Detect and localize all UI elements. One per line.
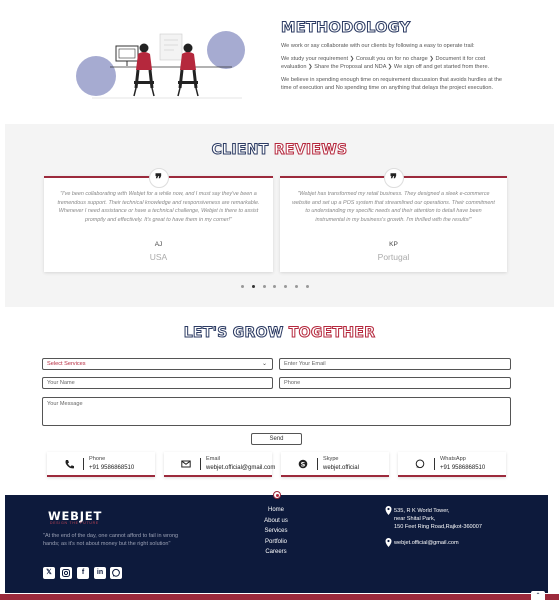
footer-link-portfolio[interactable]: Portfolio bbox=[246, 539, 306, 545]
location-pin-icon bbox=[385, 506, 392, 515]
methodology-paragraph-1: We work or say collaborate with our clie… bbox=[281, 43, 475, 49]
carousel-dot[interactable] bbox=[284, 285, 288, 288]
contact-card-skype[interactable]: S Skype webjet.official bbox=[281, 452, 389, 477]
footer-address-line3: 150 Feet Ring Road,Rajkot-360007 bbox=[394, 524, 483, 530]
footer-link-about[interactable]: About us bbox=[246, 518, 306, 524]
methodology-title: METHODOLOGY bbox=[281, 20, 411, 37]
footer-bottom-bar bbox=[0, 594, 559, 600]
contact-value: +91 9586868510 bbox=[440, 465, 486, 471]
methodology-section: METHODOLOGY We work or say collaborate w… bbox=[0, 0, 559, 122]
phone-icon bbox=[65, 460, 74, 469]
reviews-title-part2: REVIEWS bbox=[273, 142, 348, 159]
x-icon[interactable]: 𝕏 bbox=[43, 567, 55, 579]
contact-value: webjet.official@gmail.com bbox=[206, 465, 276, 471]
footer-address-line2: near Shital Park, bbox=[394, 516, 436, 522]
review-location: USA bbox=[149, 252, 168, 262]
contact-label: Skype bbox=[323, 456, 339, 462]
footer-marker-icon bbox=[273, 491, 281, 499]
whatsapp-icon[interactable] bbox=[110, 567, 122, 579]
review-card: ❞ "Webjet has transformed my retail busi… bbox=[280, 168, 507, 272]
services-select-value: Select Services bbox=[47, 361, 86, 367]
facebook-icon[interactable]: f bbox=[77, 567, 89, 579]
methodology-illustration bbox=[76, 31, 245, 99]
svg-text:S: S bbox=[301, 460, 306, 468]
footer-link-services[interactable]: Services bbox=[246, 528, 306, 534]
contact-value: +91 9586868510 bbox=[89, 465, 135, 471]
chevron-down-icon: ⌄ bbox=[261, 361, 267, 367]
carousel-dot[interactable] bbox=[305, 285, 309, 288]
carousel-dot[interactable] bbox=[251, 285, 255, 288]
contact-title-part1: LET'S GROW bbox=[183, 325, 284, 342]
skype-icon: S bbox=[298, 459, 308, 469]
linkedin-icon[interactable]: in bbox=[94, 567, 106, 579]
quote-icon: ❞ bbox=[383, 168, 404, 188]
contact-divider bbox=[317, 458, 318, 470]
contact-label: Phone bbox=[89, 456, 106, 462]
contact-label: Email bbox=[206, 456, 220, 462]
review-location: Portugal bbox=[377, 252, 410, 262]
contact-divider bbox=[83, 458, 84, 470]
contact-label: WhatsApp bbox=[440, 456, 466, 462]
contact-card-phone[interactable]: Phone +91 9586868510 bbox=[47, 452, 155, 477]
quote-icon: ❞ bbox=[148, 168, 169, 188]
methodology-text: METHODOLOGY We work or say collaborate w… bbox=[281, 20, 509, 97]
methodology-paragraph-2: We study your requirement ❯ Consult you … bbox=[281, 56, 490, 70]
message-field[interactable]: Your Message bbox=[42, 397, 511, 426]
send-button[interactable]: Send bbox=[251, 433, 302, 445]
contact-divider bbox=[434, 458, 435, 470]
methodology-paragraph-3: We believe in spending enough time on re… bbox=[281, 77, 502, 91]
reviews-title-part1: CLIENT bbox=[211, 142, 269, 159]
reviews-title: CLIENT REVIEWS bbox=[0, 142, 559, 159]
footer-tagline: DESIGN THE FUTURE bbox=[50, 521, 99, 525]
contact-divider bbox=[200, 458, 201, 470]
review-text: "I've been collaborating with Webjet for… bbox=[57, 191, 260, 223]
review-name: KP bbox=[389, 241, 398, 248]
location-pin-icon bbox=[385, 538, 392, 547]
review-card: ❞ "I've been collaborating with Webjet f… bbox=[44, 168, 273, 272]
page: METHODOLOGY We work or say collaborate w… bbox=[0, 0, 559, 600]
carousel-dot[interactable] bbox=[241, 285, 244, 288]
phone-field[interactable]: Phone bbox=[279, 377, 511, 389]
email-field[interactable]: Enter Your Email bbox=[279, 358, 511, 370]
contact-title: LET'S GROW TOGETHER bbox=[0, 325, 559, 342]
contact-card-email[interactable]: Email webjet.official@gmail.com bbox=[164, 452, 276, 477]
instagram-icon[interactable] bbox=[60, 567, 72, 579]
contact-title-part2: TOGETHER bbox=[288, 325, 376, 342]
contact-card-whatsapp[interactable]: WhatsApp +91 9586868510 bbox=[398, 452, 506, 477]
whatsapp-icon bbox=[415, 459, 425, 469]
carousel-dot[interactable] bbox=[273, 285, 277, 288]
carousel-dot[interactable] bbox=[262, 285, 266, 288]
footer-address-line1: 535, R K World Tower, bbox=[394, 508, 450, 514]
name-field[interactable]: Your Name bbox=[42, 377, 273, 389]
carousel-dots bbox=[241, 285, 316, 289]
footer-link-careers[interactable]: Careers bbox=[246, 549, 306, 555]
footer-link-home[interactable]: Home bbox=[246, 507, 306, 513]
contact-value: webjet.official bbox=[323, 465, 359, 471]
carousel-dot[interactable] bbox=[295, 285, 298, 288]
mail-icon bbox=[181, 460, 191, 468]
review-text: "Webjet has transformed my retail busine… bbox=[292, 191, 495, 223]
footer-email[interactable]: webjet.official@gmail.com bbox=[394, 539, 459, 547]
services-select[interactable]: Select Services ⌄ bbox=[42, 358, 273, 370]
footer-quote: "At the end of the day, one cannot affor… bbox=[43, 533, 179, 547]
scroll-to-top-button[interactable]: ⌃ bbox=[531, 591, 545, 600]
review-name: AJ bbox=[154, 241, 163, 248]
